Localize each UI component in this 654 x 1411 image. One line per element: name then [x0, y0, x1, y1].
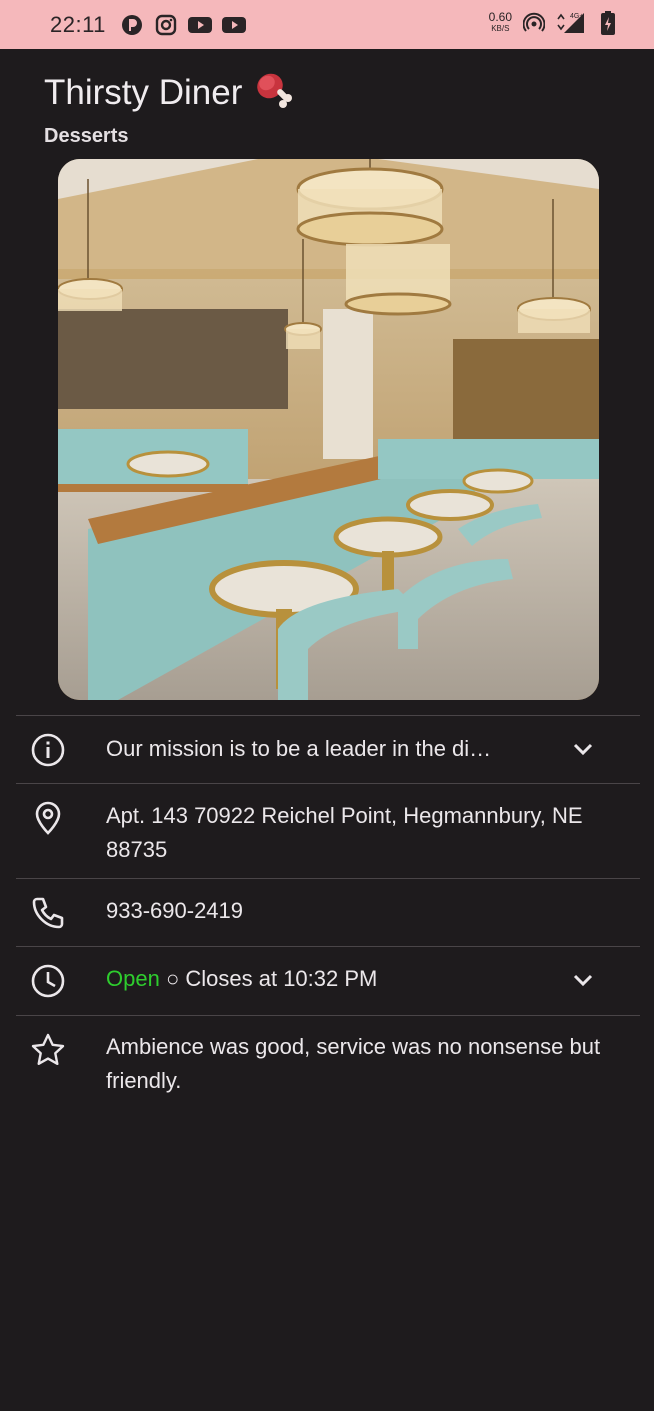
hours-row[interactable]: Open ○ Closes at 10:32 PM	[16, 946, 640, 1015]
chevron-down-icon[interactable]	[570, 967, 596, 993]
network-type-label: 4G+	[570, 13, 583, 20]
meat-emoji-icon	[252, 68, 296, 117]
network-speed: 0.60 KB/S	[488, 10, 512, 34]
hotspot-icon	[522, 11, 546, 35]
review-text: Ambience was good, service was no nonsen…	[106, 1034, 601, 1093]
address-row[interactable]: Apt. 143 70922 Reichel Point, Hegmannbur…	[16, 783, 640, 878]
restaurant-header: Thirsty Diner Desserts	[44, 68, 296, 148]
youtube-icon	[221, 13, 246, 37]
address-text: Apt. 143 70922 Reichel Point, Hegmannbur…	[106, 803, 583, 862]
status-time: 22:11	[50, 11, 106, 37]
info-icon	[30, 732, 66, 768]
instagram-icon	[154, 13, 178, 37]
location-pin-icon	[30, 800, 66, 836]
phone-row[interactable]: 933-690-2419	[16, 878, 640, 946]
phone-number[interactable]: 933-690-2419	[106, 894, 536, 928]
open-status: Open	[106, 966, 160, 991]
network-speed-value: 0.60	[488, 10, 512, 24]
closing-time: Closes at 10:32 PM	[185, 966, 378, 991]
phone-icon	[30, 895, 66, 931]
battery-charging-icon	[596, 11, 620, 35]
hours-text: Open ○ Closes at 10:32 PM	[106, 962, 536, 996]
restaurant-name: Thirsty Diner	[44, 72, 243, 112]
youtube-icon	[187, 13, 212, 37]
restaurant-category: Desserts	[44, 125, 129, 147]
network-speed-unit: KB/S	[491, 24, 510, 33]
description-text: Our mission is to be a leader in the di…	[106, 736, 492, 761]
restaurant-photo	[58, 159, 599, 700]
chevron-down-icon[interactable]	[570, 736, 596, 762]
cell-signal-icon: 4G+	[556, 11, 586, 35]
app-notification-icon	[120, 13, 144, 37]
status-bar: 22:11 0.60 KB/S 4G+	[0, 0, 654, 49]
star-icon	[30, 1032, 66, 1068]
restaurant-details: Our mission is to be a leader in the di……	[16, 715, 640, 1115]
hours-separator: ○	[165, 966, 180, 991]
description-row[interactable]: Our mission is to be a leader in the di…	[16, 715, 640, 783]
review-row: Ambience was good, service was no nonsen…	[16, 1015, 640, 1115]
clock-icon	[30, 963, 66, 999]
